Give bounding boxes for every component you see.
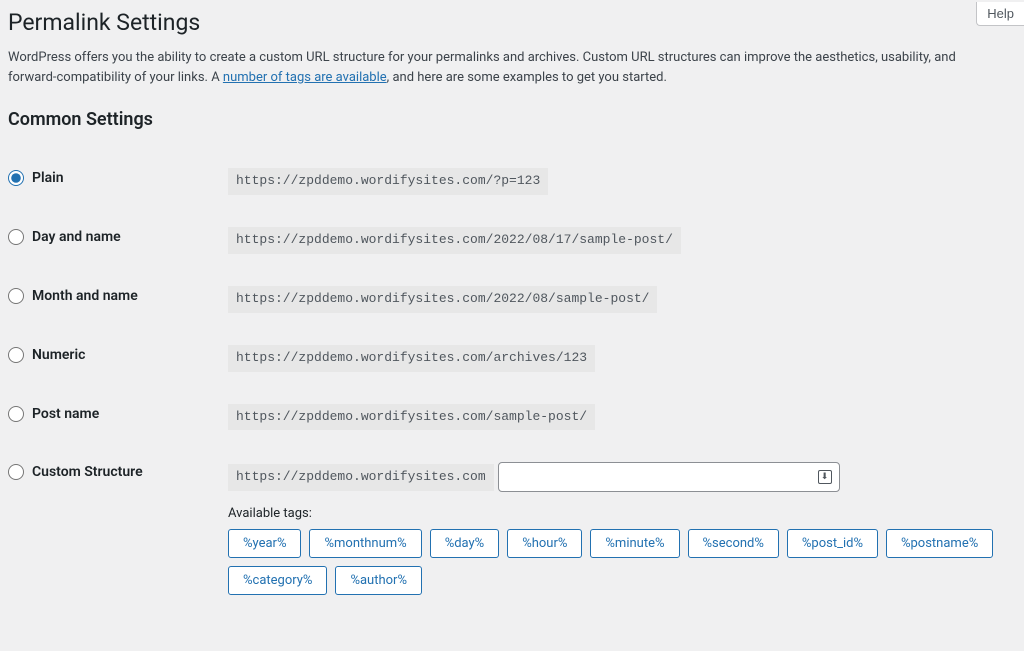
radio-post-name[interactable]	[8, 406, 24, 422]
tag-monthnum-button[interactable]: %monthnum%	[309, 529, 421, 558]
label-plain[interactable]: Plain	[32, 170, 64, 186]
radio-custom[interactable]	[8, 464, 24, 480]
common-settings-heading: Common Settings	[8, 109, 1004, 130]
tag-category-button[interactable]: %category%	[228, 566, 327, 595]
available-tags-label: Available tags:	[228, 506, 1004, 521]
available-tags-row: %year% %monthnum% %day% %hour% %minute% …	[228, 529, 1004, 595]
url-day-name: https://zpddemo.wordifysites.com/2022/08…	[228, 227, 681, 254]
label-day-name[interactable]: Day and name	[32, 229, 121, 245]
url-month-name: https://zpddemo.wordifysites.com/2022/08…	[228, 286, 657, 313]
permalink-option-plain: Plain https://zpddemo.wordifysites.com/?…	[8, 152, 1004, 211]
permalink-option-day-name: Day and name https://zpddemo.wordifysite…	[8, 211, 1004, 270]
tag-second-button[interactable]: %second%	[688, 529, 779, 558]
page-intro: WordPress offers you the ability to crea…	[8, 48, 988, 87]
url-numeric: https://zpddemo.wordifysites.com/archive…	[228, 345, 595, 372]
permalink-options-table: Plain https://zpddemo.wordifysites.com/?…	[8, 152, 1004, 611]
page-title: Permalink Settings	[8, 0, 1004, 36]
label-numeric[interactable]: Numeric	[32, 347, 85, 363]
radio-plain[interactable]	[8, 170, 24, 186]
tag-postname-button[interactable]: %postname%	[886, 529, 993, 558]
permalink-option-numeric: Numeric https://zpddemo.wordifysites.com…	[8, 329, 1004, 388]
url-plain: https://zpddemo.wordifysites.com/?p=123	[228, 168, 548, 195]
label-custom[interactable]: Custom Structure	[32, 464, 143, 480]
radio-numeric[interactable]	[8, 347, 24, 363]
url-post-name: https://zpddemo.wordifysites.com/sample-…	[228, 404, 595, 431]
permalink-option-custom: Custom Structure https://zpddemo.wordify…	[8, 446, 1004, 611]
tag-postid-button[interactable]: %post_id%	[787, 529, 878, 558]
intro-tags-link[interactable]: number of tags are available	[223, 70, 387, 85]
tag-author-button[interactable]: %author%	[335, 566, 422, 595]
radio-day-name[interactable]	[8, 229, 24, 245]
tag-day-button[interactable]: %day%	[430, 529, 500, 558]
help-button[interactable]: Help	[976, 2, 1024, 26]
permalink-option-month-name: Month and name https://zpddemo.wordifysi…	[8, 270, 1004, 329]
intro-text-after: , and here are some examples to get you …	[387, 70, 667, 85]
custom-structure-input[interactable]	[498, 462, 840, 492]
permalink-option-post-name: Post name https://zpddemo.wordifysites.c…	[8, 388, 1004, 447]
tag-hour-button[interactable]: %hour%	[507, 529, 582, 558]
tag-minute-button[interactable]: %minute%	[590, 529, 679, 558]
custom-base-url: https://zpddemo.wordifysites.com	[228, 464, 494, 491]
label-post-name[interactable]: Post name	[32, 406, 99, 422]
label-month-name[interactable]: Month and name	[32, 288, 138, 304]
radio-month-name[interactable]	[8, 288, 24, 304]
tag-year-button[interactable]: %year%	[228, 529, 301, 558]
